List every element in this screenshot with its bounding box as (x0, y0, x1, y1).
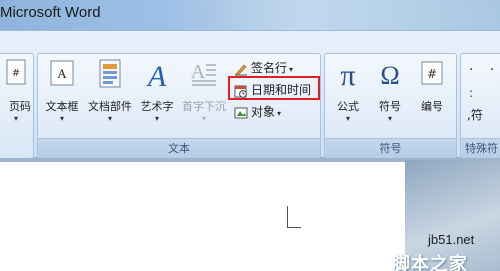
equation-label: 公式 (337, 100, 359, 113)
object-label: 对象 (251, 105, 276, 119)
equation-button[interactable]: π 公式 ▾ (329, 54, 367, 134)
textbox-label: 文本框 (45, 100, 79, 113)
svg-text:A: A (146, 60, 167, 90)
dropcap-icon: A (191, 61, 216, 86)
chevron-down-icon: ▾ (13, 114, 18, 123)
svg-text:#: # (427, 67, 437, 81)
drop-cap-button[interactable]: A 首字下沉 ▾ (178, 54, 230, 134)
chevron-down-icon: ▾ (59, 114, 64, 123)
chevron-down-icon: ▾ (345, 114, 350, 123)
quickparts-icon (99, 59, 121, 88)
drop-cap-label: 首字下沉 (182, 100, 226, 113)
signature-line-label: 签名行 (251, 61, 288, 75)
header-footer-group: # 页码 ▾ (0, 53, 34, 159)
numbering-button[interactable]: # 编号 (413, 54, 451, 134)
chevron-down-icon: ▾ (154, 114, 159, 123)
special-symbols-button[interactable]: ,符 (467, 106, 483, 123)
svg-text:A: A (191, 61, 206, 83)
special-symbols-group-label: 特殊符 (461, 138, 500, 158)
object-button[interactable]: 对象 ▾ (234, 103, 281, 121)
textbox-button[interactable]: A 文本框 ▾ (40, 54, 84, 134)
number-icon: # (421, 61, 443, 85)
special-symbols-group: · · : ,符 特殊符 (460, 53, 500, 159)
quick-parts-label: 文档部件 (88, 100, 132, 113)
svg-text:Ω: Ω (380, 61, 399, 90)
chevron-down-icon: ▾ (289, 65, 294, 74)
chevron-down-icon: ▾ (277, 109, 282, 118)
watermark-brand: 脚本之家 (392, 254, 468, 271)
window-title: Microsoft Word (0, 4, 101, 21)
svg-text:π: π (340, 59, 355, 90)
page-number-button[interactable]: # 页码 ▾ (0, 54, 33, 134)
omega-symbol-icon: Ω (380, 61, 399, 90)
numbering-label: 编号 (421, 100, 443, 113)
signature-line-button[interactable]: 签名行 ▾ (234, 59, 293, 77)
svg-text:A: A (57, 66, 67, 81)
symbol-button[interactable]: Ω 符号 ▾ (371, 54, 409, 134)
symbols-group-label: 符号 (325, 138, 456, 158)
wordart-icon: A (146, 60, 167, 90)
object-icon (234, 107, 248, 118)
wordart-button[interactable]: A 艺术字 ▾ (136, 54, 178, 134)
watermark-site: jb51.net (428, 232, 475, 247)
chevron-down-icon: ▾ (107, 114, 112, 123)
margin-corner-mark (287, 206, 301, 228)
page-number-icon: # (6, 59, 26, 85)
pi-equation-icon: π (340, 59, 355, 90)
document-page[interactable] (0, 162, 405, 271)
symbol-label: 符号 (379, 100, 401, 113)
svg-text:#: # (12, 68, 20, 79)
special-symbols-item-label: 符 (470, 108, 483, 122)
special-symbols-dots[interactable]: · · (469, 62, 500, 78)
date-time-highlight-box (228, 76, 320, 100)
chevron-down-icon: ▾ (201, 114, 206, 123)
signature-line-icon (235, 64, 247, 75)
text-group: A 文本框 ▾ 文档部件 ▾ A 艺术字 ▾ A 首字下沉 ▾ 签名行 ▾ 日期… (37, 53, 321, 159)
text-group-label: 文本 (38, 138, 320, 158)
title-bar-background (200, 3, 500, 27)
wordart-label: 艺术字 (140, 100, 174, 113)
special-symbols-colon[interactable]: : (469, 86, 473, 100)
title-bar: Microsoft Word (0, 0, 500, 30)
chevron-down-icon: ▾ (387, 114, 392, 123)
quick-parts-button[interactable]: 文档部件 ▾ (84, 54, 136, 134)
textbox-icon: A (50, 60, 74, 86)
symbols-group: π 公式 ▾ Ω 符号 ▾ # 编号 符号 (324, 53, 457, 159)
page-number-label: 页码 (9, 100, 31, 113)
